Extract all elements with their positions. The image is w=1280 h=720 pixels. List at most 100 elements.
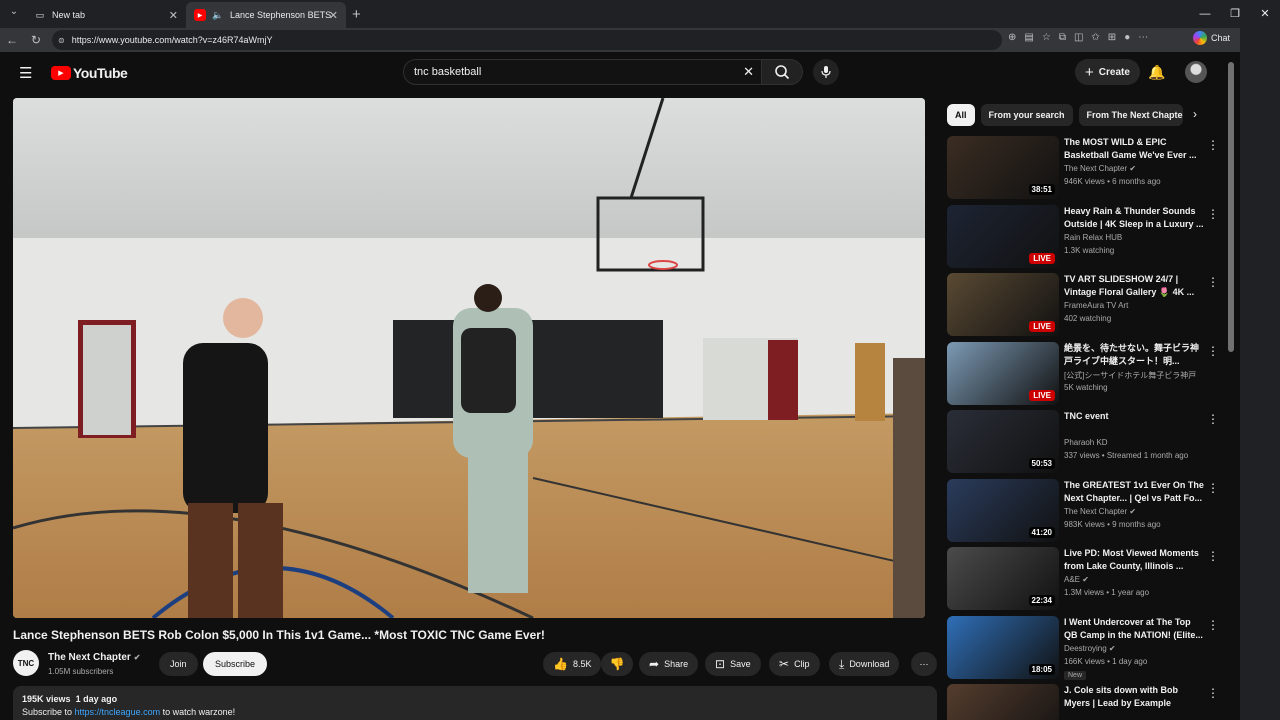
download-icon: ⤓ bbox=[839, 656, 845, 671]
recommendation-title[interactable]: J. Cole sits down with Bob Myers | Lead … bbox=[1064, 684, 1204, 710]
extensions-icon[interactable]: ⧉ bbox=[1059, 32, 1066, 43]
more-vert-icon[interactable]: ⋮ bbox=[1207, 549, 1219, 563]
recommendation-title[interactable]: TNC event bbox=[1064, 410, 1204, 423]
address-bar[interactable]: ⊜ https://www.youtube.com/watch?v=z46R74… bbox=[52, 30, 1002, 50]
clip-button[interactable]: ✂ Clip bbox=[769, 652, 820, 676]
recommendation-title[interactable]: TV ART SLIDESHOW 24/7 | Vintage Floral G… bbox=[1064, 273, 1204, 299]
more-vert-icon[interactable]: ⋮ bbox=[1207, 481, 1219, 495]
video-player[interactable] bbox=[13, 98, 925, 618]
channel-avatar[interactable]: TNC bbox=[13, 650, 39, 676]
translate-icon[interactable]: ⊕ bbox=[1008, 32, 1016, 43]
youtube-logo[interactable]: ▶ YouTube bbox=[51, 65, 128, 81]
close-icon[interactable]: ✕ bbox=[329, 9, 338, 22]
tab-list-icon[interactable]: ⌄ bbox=[6, 6, 22, 22]
maximize-icon[interactable]: ❐ bbox=[1220, 0, 1250, 28]
search-button[interactable] bbox=[761, 59, 803, 85]
more-vert-icon[interactable]: ⋮ bbox=[1207, 275, 1219, 289]
collections-icon[interactable]: ⊞ bbox=[1108, 32, 1116, 43]
favorites-icon[interactable]: ✩ bbox=[1091, 32, 1099, 43]
recommendation-item[interactable]: 38:51 The MOST WILD & EPIC Basketball Gam… bbox=[947, 136, 1227, 200]
description-box[interactable]: 195K views 1 day ago Subscribe to https:… bbox=[13, 686, 937, 720]
close-window-icon[interactable]: ✕ bbox=[1250, 0, 1280, 28]
recommendation-item[interactable]: LIVE 絶景を、待たせない。舞子ビラ神戸ライブ中継スタート！明... [公式]シー… bbox=[947, 341, 1227, 406]
close-icon[interactable]: ✕ bbox=[169, 9, 178, 22]
recommendation-channel[interactable]: The Next Chapter ✔ bbox=[1064, 507, 1136, 516]
recommendation-channel[interactable]: The Next Chapter ✔ bbox=[1064, 164, 1136, 173]
video-thumbnail[interactable]: 38:51 bbox=[947, 136, 1059, 199]
copilot-chat-button[interactable]: Chat bbox=[1192, 31, 1230, 45]
video-thumbnail[interactable]: 18:05 bbox=[947, 615, 1059, 679]
chip-all[interactable]: All bbox=[947, 104, 975, 126]
more-vert-icon[interactable]: ⋮ bbox=[1207, 618, 1219, 632]
subscribe-button[interactable]: Subscribe bbox=[203, 652, 268, 676]
like-button[interactable]: 👍 8.5K bbox=[543, 652, 602, 676]
more-vert-icon[interactable]: ⋮ bbox=[1207, 207, 1219, 221]
create-button[interactable]: + Create bbox=[1075, 59, 1140, 85]
browser-tab-video[interactable]: ▶ 🔈 Lance Stephenson BETS Rob C ✕ bbox=[186, 2, 346, 28]
recommendation-title[interactable]: Heavy Rain & Thunder Sounds Outside | 4K… bbox=[1064, 205, 1204, 231]
recommendation-item[interactable]: LIVE TV ART SLIDESHOW 24/7 | Vintage Flor… bbox=[947, 273, 1227, 337]
favorite-icon[interactable]: ☆ bbox=[1042, 32, 1051, 43]
browser-tab-new-tab[interactable]: ▭ New tab ✕ bbox=[26, 2, 186, 28]
channel-name-text: The Next Chapter bbox=[48, 652, 131, 663]
recommendation-title[interactable]: Live PD: Most Viewed Moments from Lake C… bbox=[1064, 547, 1204, 573]
notifications-icon[interactable]: 🔔 bbox=[1148, 64, 1165, 81]
download-button[interactable]: ⤓ Download bbox=[829, 652, 900, 676]
share-button[interactable]: ➦ Share bbox=[639, 652, 699, 676]
recommendation-title[interactable]: I Went Undercover at The Top QB Camp in … bbox=[1064, 616, 1204, 642]
description-link[interactable]: https://tncleague.com bbox=[75, 707, 161, 717]
profile-icon[interactable]: ● bbox=[1124, 32, 1130, 43]
menu-icon[interactable]: ☰ bbox=[19, 64, 32, 82]
more-vert-icon[interactable]: ⋮ bbox=[1207, 412, 1219, 426]
chip-from-search[interactable]: From your search bbox=[980, 104, 1073, 126]
video-thumbnail[interactable]: 50:53 bbox=[947, 410, 1059, 473]
recommendation-title[interactable]: The GREATEST 1v1 Ever On The Next Chapte… bbox=[1064, 479, 1204, 505]
clear-search-icon[interactable]: ✕ bbox=[743, 64, 754, 80]
dislike-button[interactable]: 👎 bbox=[601, 652, 633, 676]
video-thumbnail[interactable]: LIVE bbox=[947, 273, 1059, 336]
recommendation-channel[interactable]: Rain Relax HUB bbox=[1064, 233, 1122, 242]
page-icon: ▭ bbox=[35, 9, 45, 20]
save-button[interactable]: ⊡ Save bbox=[705, 652, 761, 676]
minimize-icon[interactable]: — bbox=[1190, 0, 1220, 28]
recommendation-channel[interactable]: A&E ✔ bbox=[1064, 575, 1089, 584]
more-icon[interactable]: ⋯ bbox=[1138, 32, 1148, 43]
more-vert-icon[interactable]: ⋮ bbox=[1207, 344, 1219, 358]
chevron-right-icon[interactable]: › bbox=[1193, 107, 1197, 121]
recommendation-item[interactable]: 50:53 TNC event Pharaoh KD 337 views • Stre… bbox=[947, 410, 1227, 474]
recommendation-item[interactable]: LIVE Heavy Rain & Thunder Sounds Outside … bbox=[947, 204, 1227, 269]
scrollbar[interactable] bbox=[1228, 62, 1234, 352]
split-screen-icon[interactable]: ◫ bbox=[1074, 32, 1083, 43]
recommendation-title[interactable]: The MOST WILD & EPIC Basketball Game We'… bbox=[1064, 136, 1204, 162]
video-thumbnail[interactable]: 22:34 bbox=[947, 547, 1059, 610]
recommendation-item[interactable]: J. Cole sits down with Bob Myers | Lead … bbox=[947, 684, 1227, 720]
reload-icon[interactable]: ↻ bbox=[24, 33, 48, 47]
recommendation-channel[interactable]: Pharaoh KD bbox=[1064, 438, 1108, 447]
new-tab-button[interactable]: + bbox=[352, 6, 361, 23]
recommendation-item[interactable]: 41:20 The GREATEST 1v1 Ever On The Next C… bbox=[947, 478, 1227, 543]
duration-badge: 38:51 bbox=[1028, 184, 1055, 195]
voice-search-button[interactable] bbox=[813, 59, 839, 85]
video-thumbnail[interactable]: LIVE bbox=[947, 341, 1059, 405]
channel-name[interactable]: The Next Chapter ✔ bbox=[48, 652, 141, 663]
video-thumbnail[interactable] bbox=[947, 684, 1059, 720]
back-icon[interactable]: ← bbox=[0, 33, 24, 47]
search-input[interactable]: tnc basketball ✕ bbox=[403, 59, 763, 85]
more-actions-button[interactable]: ⋯ bbox=[911, 652, 937, 676]
recommendation-channel[interactable]: [公式]シーサイドホテル舞子ビラ神戸 bbox=[1064, 370, 1196, 381]
speaker-icon[interactable]: 🔈 bbox=[212, 9, 224, 21]
recommendation-channel[interactable]: Deestroying ✔ bbox=[1064, 644, 1116, 653]
recommendation-channel[interactable]: FrameAura TV Art bbox=[1064, 301, 1128, 310]
recommendation-item[interactable]: 18:05 I Went Undercover at The Top QB Cam… bbox=[947, 615, 1227, 680]
more-vert-icon[interactable]: ⋮ bbox=[1207, 138, 1219, 152]
recommendation-item[interactable]: 22:34 Live PD: Most Viewed Moments from L… bbox=[947, 547, 1227, 611]
account-avatar[interactable] bbox=[1185, 61, 1207, 83]
reader-icon[interactable]: ▤ bbox=[1024, 32, 1033, 43]
chip-from-channel[interactable]: From The Next Chapter bbox=[1078, 104, 1183, 126]
site-info-icon[interactable]: ⊜ bbox=[58, 36, 65, 45]
join-button[interactable]: Join bbox=[159, 652, 198, 676]
more-vert-icon[interactable]: ⋮ bbox=[1207, 686, 1219, 700]
recommendation-title[interactable]: 絶景を、待たせない。舞子ビラ神戸ライブ中継スタート！明... bbox=[1064, 342, 1204, 368]
video-thumbnail[interactable]: LIVE bbox=[947, 204, 1059, 268]
video-thumbnail[interactable]: 41:20 bbox=[947, 478, 1059, 542]
